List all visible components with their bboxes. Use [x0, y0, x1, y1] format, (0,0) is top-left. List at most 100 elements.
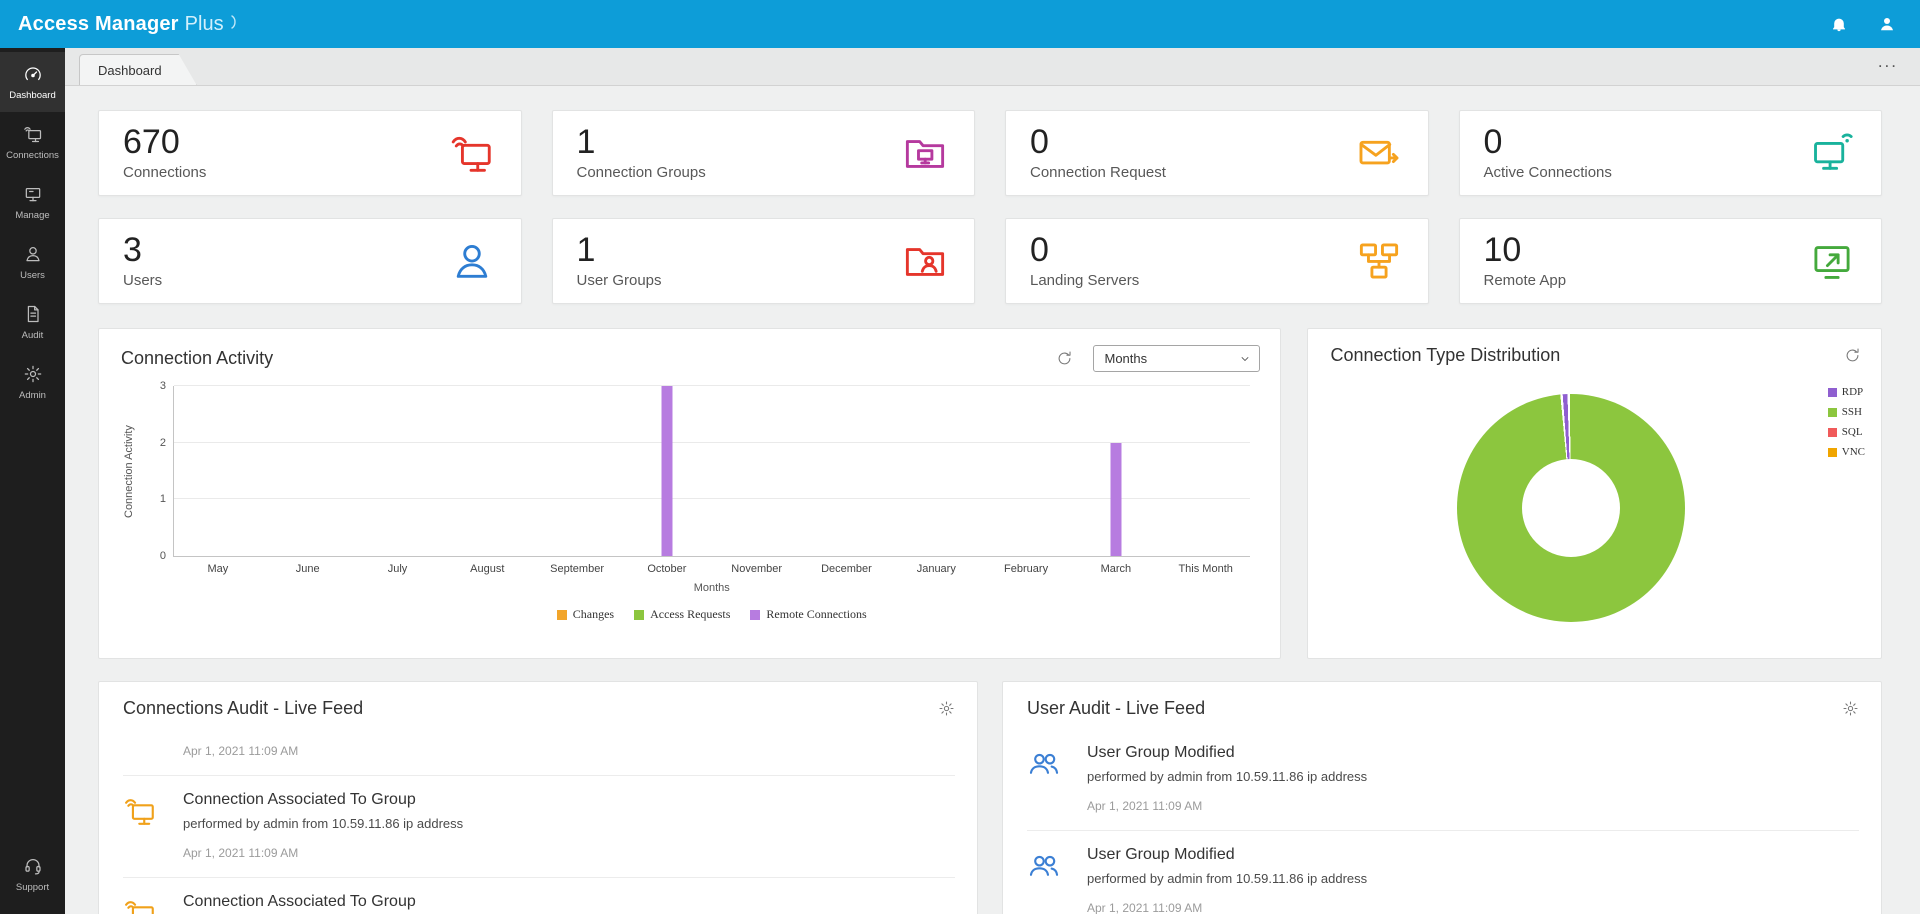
- x-tick-label: August: [442, 563, 532, 575]
- x-tick-label: February: [981, 563, 1071, 575]
- settings-gear-icon[interactable]: [1842, 700, 1859, 717]
- audit-entry-title: User Group Modified: [1087, 846, 1859, 864]
- stat-value-connection-request: 0: [1030, 125, 1166, 161]
- stat-label-connection-groups: Connection Groups: [577, 164, 706, 181]
- stat-card-connection-request[interactable]: 0 Connection Request: [1005, 110, 1429, 196]
- legend-item-remote-connections: Remote Connections: [750, 607, 866, 622]
- stat-label-users: Users: [123, 272, 162, 289]
- donut-legend: RDPSSHSQLVNC: [1828, 386, 1865, 458]
- support-headset-icon: [23, 856, 43, 876]
- tab-bar: Dashboard ...: [65, 48, 1920, 86]
- tab-dashboard[interactable]: Dashboard: [79, 54, 197, 85]
- x-tick-label: January: [891, 563, 981, 575]
- audit-entry-detail: performed by admin from 10.59.11.86 ip a…: [1087, 871, 1859, 886]
- app-logo: Access Manager Plus: [18, 13, 240, 36]
- user-account-icon[interactable]: [1878, 15, 1896, 33]
- legend-swatch: [750, 610, 760, 620]
- stat-card-users[interactable]: 3 Users: [98, 218, 522, 304]
- main-area: Dashboard ... 670Connections 1Connection …: [65, 48, 1920, 914]
- stat-label-user-groups: User Groups: [577, 272, 662, 289]
- period-dropdown[interactable]: Months: [1093, 345, 1260, 372]
- audit-entry-timestamp: Apr 1, 2021 11:09 AM: [1087, 901, 1859, 914]
- sidebar-nav: Dashboard Connections Manage Users Audit Admi…: [0, 48, 65, 914]
- dashboard-gauge-icon: [23, 64, 43, 84]
- connection-activity-chart: Connection Activity 0123 MayJuneJulyAugu…: [99, 378, 1280, 622]
- donut-chart: [1457, 394, 1685, 622]
- sidebar-item-label: Manage: [15, 210, 49, 221]
- legend-swatch: [557, 610, 567, 620]
- stat-label-connection-request: Connection Request: [1030, 164, 1166, 181]
- audit-entry-timestamp: Apr 1, 2021 11:09 AM: [183, 846, 955, 860]
- refresh-icon[interactable]: [1056, 350, 1073, 367]
- user-person-icon: [449, 238, 495, 284]
- gridline: [174, 498, 1250, 499]
- audit-entry: User Group Modified performed by admin fr…: [1027, 729, 1859, 830]
- admin-gear-icon: [23, 364, 43, 384]
- sidebar-item-label: Users: [20, 270, 45, 281]
- legend-label: VNC: [1842, 446, 1865, 458]
- stat-card-active-connections[interactable]: 0Active Connections: [1459, 110, 1883, 196]
- chevron-down-icon: [1239, 353, 1251, 365]
- sidebar-item-manage[interactable]: Manage: [0, 172, 65, 232]
- sidebar-item-audit[interactable]: Audit: [0, 292, 65, 352]
- brand-name-light: Plus: [185, 13, 224, 36]
- x-tick-label: June: [263, 563, 353, 575]
- audit-entry-title: User Group Modified: [1087, 744, 1859, 762]
- stat-card-remote-app[interactable]: 10 Remote App: [1459, 218, 1883, 304]
- x-tick-label: December: [802, 563, 892, 575]
- gridline: [174, 442, 1250, 443]
- bar-march: [1110, 443, 1121, 556]
- stat-value-users: 3: [123, 233, 162, 269]
- settings-gear-icon[interactable]: [938, 700, 955, 717]
- sidebar-item-users[interactable]: Users: [0, 232, 65, 292]
- tab-dashboard-label: Dashboard: [98, 63, 162, 78]
- stat-card-user-groups[interactable]: 1User Groups: [552, 218, 976, 304]
- connections-audit-title: Connections Audit - Live Feed: [123, 698, 363, 719]
- audit-entry-detail: performed by admin from 10.59.11.86 ip a…: [1087, 769, 1859, 784]
- legend-swatch: [1828, 448, 1837, 457]
- sidebar-item-label: Connections: [6, 150, 59, 161]
- sidebar-item-label: Admin: [19, 390, 46, 401]
- connections-audit-panel: Connections Audit - Live Feed Apr 1, 202…: [98, 681, 978, 914]
- connection-audit-icon: [123, 896, 157, 914]
- x-tick-label: This Month: [1161, 563, 1251, 575]
- stat-label-remote-app: Remote App: [1484, 272, 1567, 289]
- audit-entry: Connection Associated To Group: [123, 877, 955, 914]
- brand-swoosh-icon: [230, 15, 240, 29]
- active-monitor-icon: [1809, 130, 1855, 176]
- legend-label: RDP: [1842, 386, 1863, 398]
- legend-label: SQL: [1842, 426, 1863, 438]
- sidebar-item-label: Dashboard: [9, 90, 55, 101]
- sidebar-item-admin[interactable]: Admin: [0, 352, 65, 412]
- refresh-icon[interactable]: [1844, 347, 1861, 364]
- connections-monitor-icon: [449, 130, 495, 176]
- sidebar-item-support[interactable]: Support: [0, 844, 65, 904]
- sidebar-item-dashboard[interactable]: Dashboard: [0, 52, 65, 112]
- stats-grid: 670Connections 1Connection Groups 0 Connect…: [98, 110, 1882, 304]
- landing-servers-network-icon: [1356, 238, 1402, 284]
- stat-card-connection-groups[interactable]: 1Connection Groups: [552, 110, 976, 196]
- top-header: Access Manager Plus: [0, 0, 1920, 48]
- x-tick-label: October: [622, 563, 712, 575]
- user-group-icon: [1027, 849, 1061, 883]
- y-tick-label: 3: [160, 380, 166, 392]
- audit-entry: Connection Associated To Groupperformed …: [123, 775, 955, 877]
- stat-label-landing-servers: Landing Servers: [1030, 272, 1139, 289]
- stat-card-connections[interactable]: 670Connections: [98, 110, 522, 196]
- donut-chart-area: RDPSSHSQLVNC: [1308, 372, 1881, 642]
- stat-label-connections: Connections: [123, 164, 206, 181]
- audit-entry-title: Connection Associated To Group: [183, 893, 955, 911]
- notification-bell-icon[interactable]: [1830, 15, 1848, 33]
- manage-monitor-icon: [23, 184, 43, 204]
- remote-app-monitor-icon: [1809, 238, 1855, 284]
- request-mail-icon: [1356, 130, 1402, 176]
- stat-value-remote-app: 10: [1484, 233, 1567, 269]
- stat-card-landing-servers[interactable]: 0Landing Servers: [1005, 218, 1429, 304]
- user-group-icon: [1027, 747, 1061, 781]
- legend-swatch: [1828, 408, 1837, 417]
- tab-overflow-menu[interactable]: ...: [1878, 57, 1898, 77]
- sidebar-item-connections[interactable]: Connections: [0, 112, 65, 172]
- connection-type-panel: Connection Type Distribution RDPSSHSQLVN…: [1307, 328, 1882, 659]
- audit-entry-timestamp: Apr 1, 2021 11:09 AM: [1087, 799, 1859, 813]
- stat-label-active-connections: Active Connections: [1484, 164, 1612, 181]
